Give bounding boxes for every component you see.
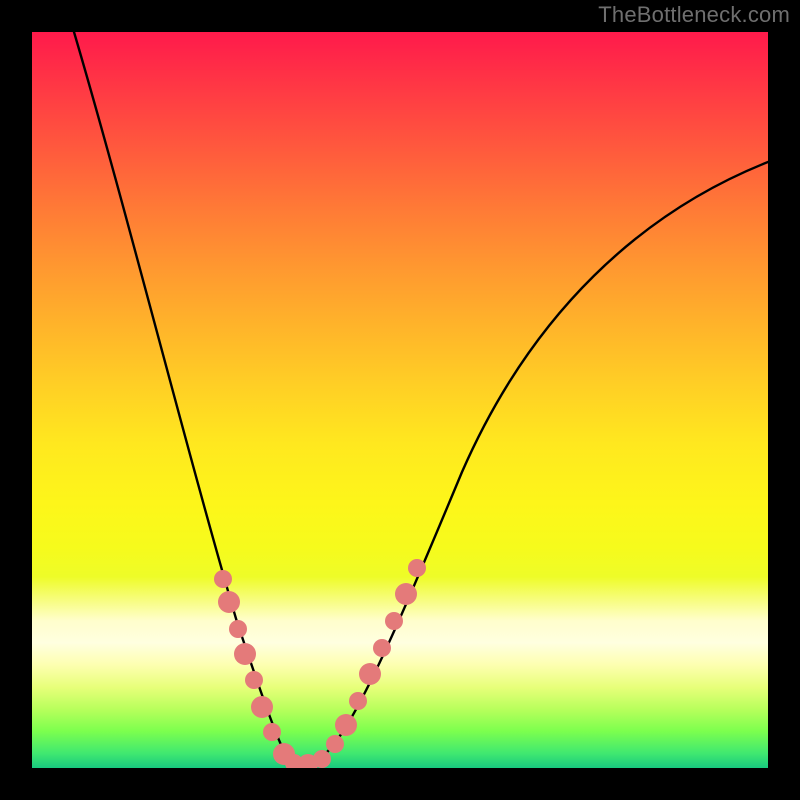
bead-marker — [359, 663, 381, 685]
bead-marker — [335, 714, 357, 736]
beads-right — [326, 559, 426, 753]
bead-marker — [229, 620, 247, 638]
bead-marker — [214, 570, 232, 588]
bead-marker — [349, 692, 367, 710]
bead-marker — [408, 559, 426, 577]
bead-marker — [395, 583, 417, 605]
bead-marker — [245, 671, 263, 689]
beads-left — [214, 570, 295, 765]
bead-marker — [234, 643, 256, 665]
curve-left — [74, 32, 302, 768]
plot-area — [32, 32, 768, 768]
watermark-text: TheBottleneck.com — [598, 2, 790, 28]
bead-marker — [373, 639, 391, 657]
bead-marker — [251, 696, 273, 718]
bead-marker — [218, 591, 240, 613]
bead-marker — [326, 735, 344, 753]
bead-marker — [385, 612, 403, 630]
bead-marker — [313, 750, 331, 768]
bottleneck-curve-svg — [32, 32, 768, 768]
bead-marker — [263, 723, 281, 741]
chart-frame: TheBottleneck.com — [0, 0, 800, 800]
